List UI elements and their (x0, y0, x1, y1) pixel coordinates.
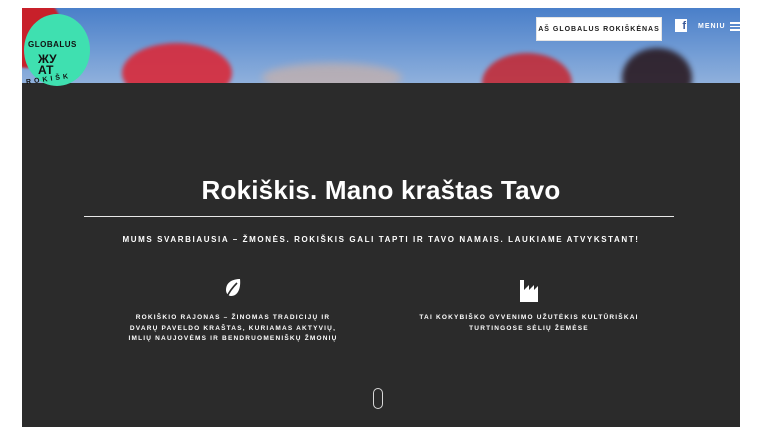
page-frame: GLOBALUS ЖУ АТ ROKIŠK AŠ GLOBALUS ROKIŠK… (22, 8, 740, 427)
feature-text-line: ROKIŠKIO RAJONAS – ŽINOMAS TRADICIJŲ IR (135, 314, 331, 321)
site-logo[interactable]: GLOBALUS ЖУ АТ ROKIŠK (24, 14, 90, 86)
menu-button[interactable]: MENIU (698, 22, 740, 31)
page-title: Rokiškis. Mano kraštas Tavo (201, 175, 561, 205)
hamburger-icon (729, 22, 740, 31)
global-rokiskenas-button[interactable]: AŠ GLOBALUS ROKIŠKĖNAS (536, 17, 662, 41)
feature-text-line: TAI KOKYBIŠKO GYVENIMO UŽUTĖKIS KULTŪRIŠ… (419, 314, 639, 321)
feature-heritage-text: ROKIŠKIO RAJONAS – ŽINOMAS TRADICIJŲ IR … (118, 313, 348, 345)
scroll-down-indicator[interactable] (373, 388, 383, 409)
facebook-icon[interactable]: f (675, 19, 687, 32)
page-subtitle: MUMS SVARBIAUSIA – ŽMONĖS. ROKIŠKIS GALI… (122, 235, 640, 244)
logo-ring-text: ROKIŠK (25, 72, 72, 87)
title-divider (84, 216, 674, 217)
hero-blur-shape (262, 63, 402, 83)
leaf-icon (118, 278, 348, 302)
feature-text-line: TURTINGOSE SĖLIŲ ŽEMĖSE (469, 324, 589, 332)
logo-glyph: ЖУ АТ (38, 52, 57, 77)
feature-quality-life: TAI KOKYBIŠKO GYVENIMO UŽUTĖKIS KULTŪRIŠ… (414, 278, 644, 334)
menu-label: MENIU (698, 22, 726, 30)
hero-blur-shape (622, 48, 692, 83)
hero-blur-shape (122, 43, 232, 83)
feature-quality-life-text: TAI KOKYBIŠKO GYVENIMO UŽUTĖKIS KULTŪRIŠ… (414, 313, 644, 334)
factory-icon (414, 278, 644, 302)
logo-text: GLOBALUS (28, 40, 77, 49)
feature-heritage: ROKIŠKIO RAJONAS – ŽINOMAS TRADICIJŲ IR … (118, 278, 348, 345)
hero-blur-shape (482, 53, 572, 83)
feature-text-line: IMLIŲ NAUJOVĖMS IR BENDRUOMENIŠKŲ ŽMONIŲ (128, 335, 338, 342)
feature-text-line: DVARŲ PAVELDO KRAŠTAS, KURIAMAS AKTYVIŲ, (129, 324, 337, 332)
